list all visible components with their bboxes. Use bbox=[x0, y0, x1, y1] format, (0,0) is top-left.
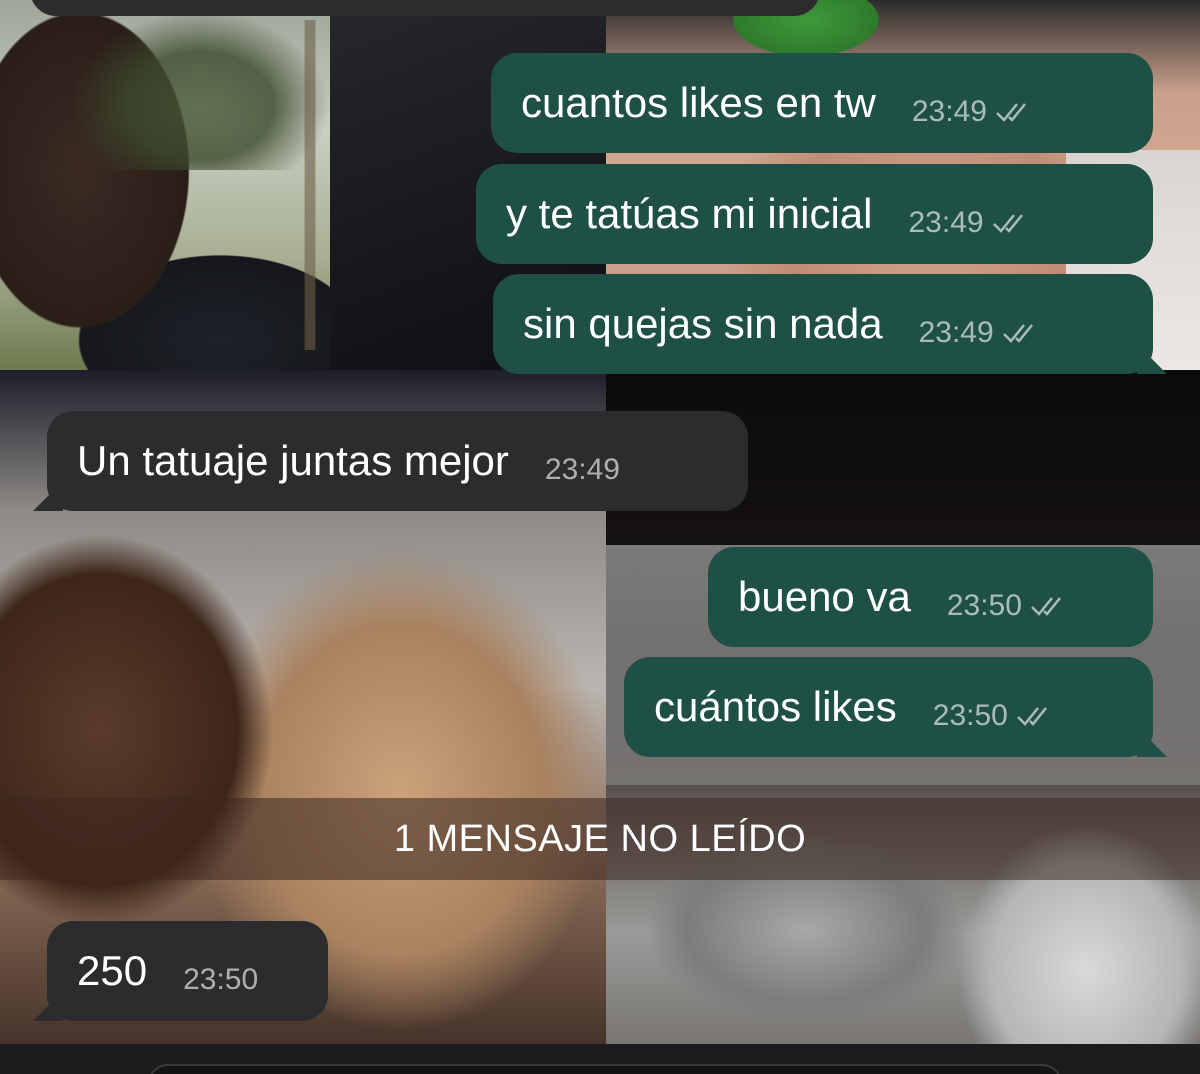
message-bubble-outgoing[interactable]: cuantos likes en tw 23:49 bbox=[491, 53, 1153, 153]
message-bubble-incoming[interactable]: 250 23:50 bbox=[33, 921, 328, 1021]
message-text: 250 bbox=[77, 947, 148, 994]
message-time: 23:50 bbox=[932, 699, 1008, 732]
read-ticks-icon bbox=[1002, 324, 1033, 343]
message-meta: 23:50 bbox=[933, 683, 1056, 731]
message-text: sin quejas sin nada bbox=[523, 300, 883, 347]
message-bubble-outgoing[interactable]: y te tatúas mi inicial 23:49 bbox=[476, 164, 1153, 264]
read-ticks-icon bbox=[996, 103, 1026, 122]
read-ticks-icon bbox=[1031, 597, 1061, 616]
message-bubble-outgoing[interactable]: bueno va 23:50 bbox=[708, 547, 1153, 647]
message-meta: 23:49 bbox=[908, 190, 1031, 238]
message-time: 23:49 bbox=[918, 316, 994, 349]
message-text: y te tatúas mi inicial bbox=[506, 190, 873, 237]
message-text: Un tatuaje juntas mejor bbox=[77, 437, 509, 484]
message-time: 23:49 bbox=[908, 206, 984, 239]
message-bubble-incoming[interactable]: Un tatuaje juntas mejor 23:49 bbox=[33, 411, 748, 511]
message-text: cuantos likes en tw bbox=[521, 79, 876, 126]
message-bubble-outgoing[interactable]: sin quejas sin nada 23:49 bbox=[493, 274, 1167, 374]
previous-message-bubble[interactable] bbox=[30, 0, 820, 16]
message-time: 23:50 bbox=[946, 589, 1022, 622]
message-meta: 23:50 bbox=[183, 947, 258, 995]
message-text: cuántos likes bbox=[654, 683, 897, 730]
message-bubble-outgoing[interactable]: cuántos likes 23:50 bbox=[624, 657, 1167, 757]
message-meta: 23:49 bbox=[912, 79, 1035, 127]
message-meta: 23:49 bbox=[919, 300, 1042, 348]
unread-divider-label: 1 MENSAJE NO LEÍDO bbox=[393, 817, 807, 860]
chat-screen: cuantos likes en tw 23:49 y te tatúas mi… bbox=[0, 0, 1200, 1074]
message-text: bueno va bbox=[738, 573, 911, 620]
read-ticks-icon bbox=[992, 214, 1023, 233]
chat-wallpaper bbox=[0, 0, 1200, 1074]
message-meta: 23:49 bbox=[545, 437, 620, 485]
message-time: 23:49 bbox=[544, 453, 620, 486]
message-time: 23:49 bbox=[911, 95, 987, 128]
message-time: 23:50 bbox=[183, 963, 259, 996]
read-ticks-icon bbox=[1016, 707, 1047, 726]
message-input[interactable] bbox=[148, 1064, 1062, 1074]
message-meta: 23:50 bbox=[947, 573, 1070, 621]
unread-messages-divider: 1 MENSAJE NO LEÍDO bbox=[0, 798, 1200, 880]
